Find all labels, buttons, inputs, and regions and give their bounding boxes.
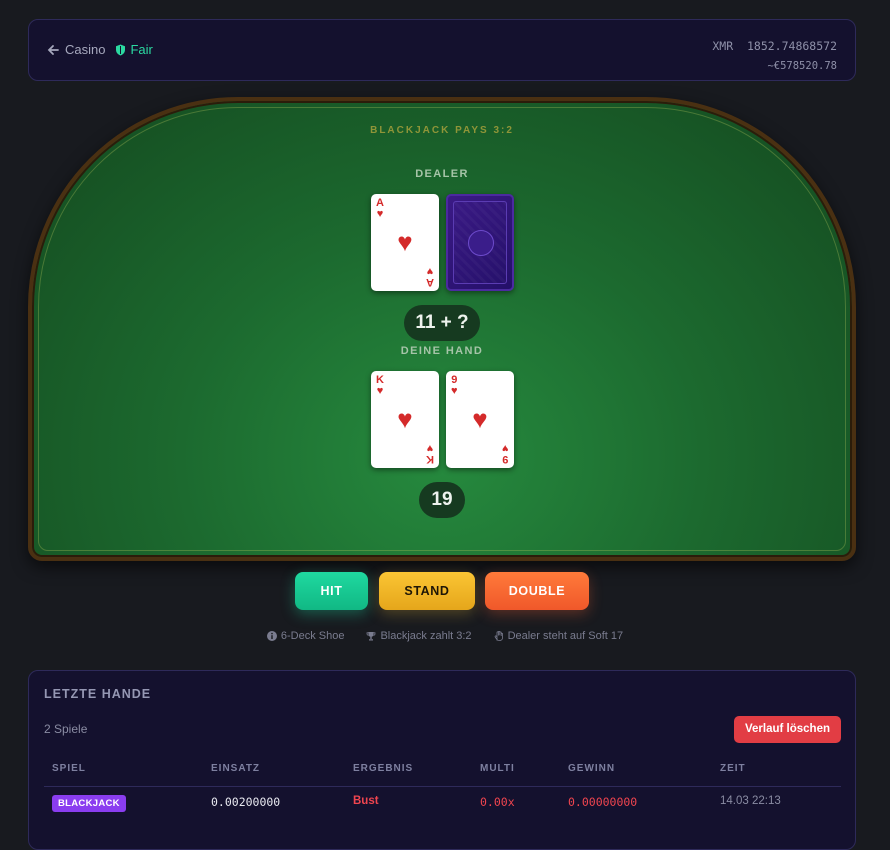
provably-fair-link[interactable]: Fair [115,42,153,57]
table-header: SPIEL EINSATZ ERGEBNIS MULTI GEWINN ZEIT [44,763,841,787]
bet-value: 0.00200000 [211,795,281,809]
clear-history-button[interactable]: Verlauf löschen [734,716,841,743]
col-win: GEWINN [568,763,616,774]
top-bar: Casino Fair XMR 1852.74868572 ~€578520.7… [28,19,856,81]
win-value: 0.00000000 [568,795,638,809]
rule-shoe: 6-Deck Shoe [266,630,344,642]
col-bet: EINSATZ [211,763,261,774]
stand-button[interactable]: STAND [379,572,475,610]
balance-fiat: ~€578520.78 [767,60,837,72]
fair-label: Fair [130,42,153,57]
shield-icon [116,44,126,55]
card-back-emblem [468,230,494,256]
back-label: Casino [65,42,106,57]
dealer-card-1: A ♥ ♥ A ♥ [371,194,439,291]
player-score: 19 [419,482,465,518]
history-title: LETZTE HANDE [44,687,152,701]
col-multi: MULTI [480,763,515,774]
card-corner-top: 9 ♥ [451,374,458,397]
back-to-casino-link[interactable]: Casino Fair [47,42,153,57]
trophy-icon [367,632,376,641]
heart-suit-icon: ♥ [397,227,413,257]
hand-icon [494,631,503,641]
card-corner-top: K ♥ [376,374,384,397]
game-count: 2 Spiele [44,722,88,736]
col-game: SPIEL [52,763,86,774]
blackjack-table: BLACKJACK PAYS 3:2 DEALER A ♥ ♥ A ♥ 11 + ?… [28,97,856,561]
info-icon [266,631,277,641]
pays-text: BLACKJACK PAYS 3:2 [370,125,514,136]
table-row: BLACKJACK 0.00200000 Bust 0.00x 0.000000… [44,795,841,821]
dealer-score: 11 + ? [404,305,480,341]
dealer-card-2-facedown [446,194,514,291]
balance-amount: XMR 1852.74868572 [712,39,837,53]
card-corner-top: A ♥ [376,197,384,220]
history-panel: LETZTE HANDE 2 Spiele Verlauf löschen SP… [28,670,856,850]
heart-suit-icon: ♥ [472,404,488,434]
rule-payout: Blackjack zahlt 3:2 [366,630,472,642]
rules-bar: 6-Deck Shoe Blackjack zahlt 3:2 Dealer s… [0,630,890,642]
double-button[interactable]: DOUBLE [485,572,589,610]
player-card-1: K ♥ ♥ K ♥ [371,371,439,468]
player-card-2: 9 ♥ ♥ 9 ♥ [446,371,514,468]
rule-dealer: Dealer steht auf Soft 17 [494,630,623,642]
col-time: ZEIT [720,763,746,774]
multi-value: 0.00x [480,795,515,809]
card-corner-bottom: A ♥ [426,265,434,288]
balance-display: XMR 1852.74868572 ~€578520.78 [712,36,837,76]
card-corner-bottom: 9 ♥ [502,442,509,465]
dealer-label: DEALER [415,168,469,180]
game-badge: BLACKJACK [52,795,126,812]
player-label: DEINE HAND [400,345,484,357]
arrow-left-icon [47,44,59,55]
heart-suit-icon: ♥ [397,404,413,434]
hit-button[interactable]: HIT [295,572,368,610]
card-corner-bottom: K ♥ [426,442,434,465]
col-result: ERGEBNIS [353,763,414,774]
result-value: Bust [353,795,379,807]
time-value: 14.03 22:13 [720,795,781,807]
